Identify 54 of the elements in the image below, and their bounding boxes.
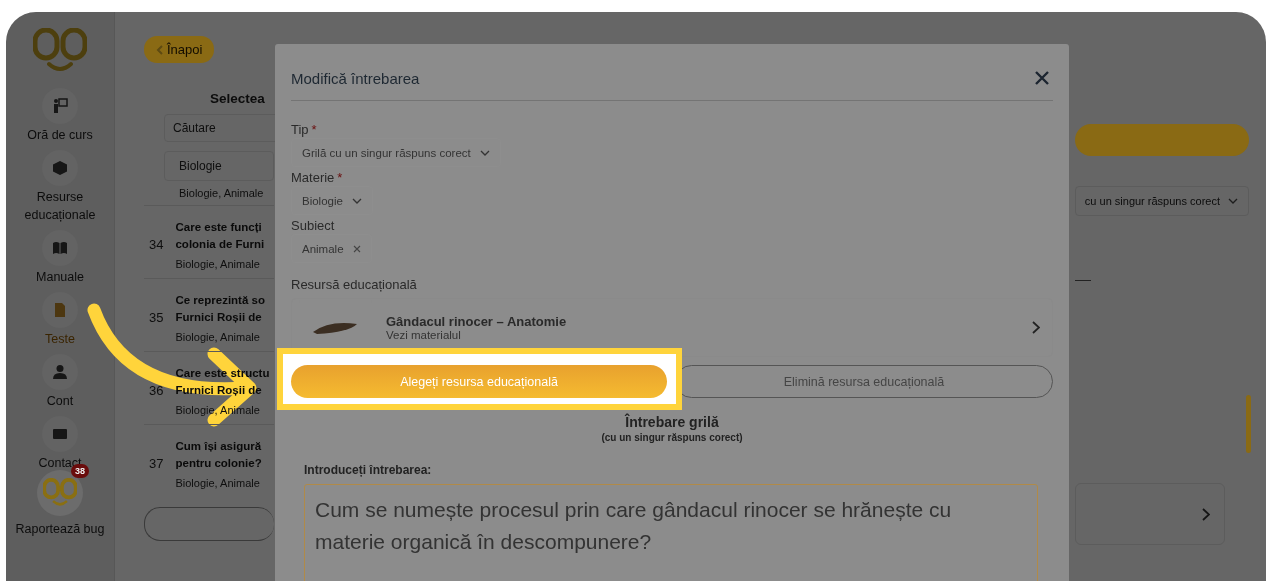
close-icon[interactable] <box>352 244 361 253</box>
section-subheading: (cu un singur răspuns corect) <box>601 432 743 443</box>
question-list-item[interactable]: 35 Ce reprezintă so Furnici Roșii de Biologie, Animale <box>144 278 274 351</box>
sidebar-item[interactable]: Resurse educaționale <box>8 150 112 224</box>
page-heading: Selectea <box>210 91 266 106</box>
sidebar-item[interactable]: Oră de curs <box>27 88 93 144</box>
question-tags: Biologie, Animale <box>175 330 265 343</box>
back-button[interactable]: Înapoi <box>144 36 215 63</box>
section-heading: Întrebare grilă <box>625 414 719 430</box>
chevron-left-icon <box>156 44 163 55</box>
close-icon[interactable] <box>1035 71 1049 85</box>
type-dropdown[interactable]: cu un singur răspuns corect <box>1075 186 1249 216</box>
field-label: Tip <box>291 121 309 138</box>
logo-icon <box>33 28 87 74</box>
sidebar-item[interactable]: Manuale <box>36 230 84 286</box>
chevron-down-icon <box>1228 198 1238 204</box>
field-label: Materie <box>291 169 335 186</box>
resource-title: Gândacul rinocer – Anatomie <box>386 314 568 329</box>
field-label: Introduceți întrebarea: <box>304 463 433 477</box>
question-list-item[interactable]: 37 Cum își asigură pentru colonie? Biologie, Animale <box>144 424 274 497</box>
question-field[interactable]: Cum se numește procesul prin care gândacul rinocer se hrănește cu materie organică în descompunere? <box>304 484 1038 581</box>
bug-report-button[interactable] <box>37 470 83 516</box>
dialog-title: Modifică întrebarea <box>291 69 420 87</box>
chevron-right-icon <box>1202 507 1210 521</box>
required-mark: * <box>311 122 317 137</box>
choose-resource-button[interactable]: Alegeți resursa educațională <box>291 365 667 398</box>
question-title: Care este funcți colonia de Furni <box>175 219 265 252</box>
question-number: 34 <box>149 236 164 252</box>
question-number: 35 <box>149 309 164 325</box>
chevron-down-icon <box>479 149 490 156</box>
book-icon <box>52 240 68 256</box>
scrollbar-thumb[interactable] <box>1246 395 1251 453</box>
resource-link[interactable]: Vezi materialul <box>386 329 461 341</box>
field-label: Subiect <box>291 217 335 234</box>
required-mark: * <box>337 170 343 185</box>
field-label: Resursă educațională <box>291 276 417 293</box>
subject-filter[interactable]: Biologie <box>164 151 274 181</box>
question-number: 37 <box>149 455 164 471</box>
question-tags: Biologie, Animale <box>175 476 262 489</box>
logo-icon <box>43 478 77 508</box>
person-icon <box>52 364 68 380</box>
question-list-item[interactable]: 34 Care este funcți colonia de Furni Biologie, Animale <box>144 205 274 278</box>
question-title: Ce reprezintă so Furnici Roșii de <box>175 292 265 325</box>
question-tags: Biologie, Animale <box>175 257 265 270</box>
chevron-down-icon <box>351 197 362 204</box>
cube-icon <box>52 160 68 176</box>
question-tags: Biologie, Animale <box>179 187 274 199</box>
question-title: Cum își asigură pentru colonie? <box>175 438 262 471</box>
chevron-right-icon <box>1032 321 1040 334</box>
bug-report-label: Raportează bug <box>15 522 105 536</box>
question-number: 36 <box>149 382 164 398</box>
document-icon <box>52 302 68 318</box>
teacher-board-icon <box>52 98 68 114</box>
envelope-icon <box>52 426 68 442</box>
